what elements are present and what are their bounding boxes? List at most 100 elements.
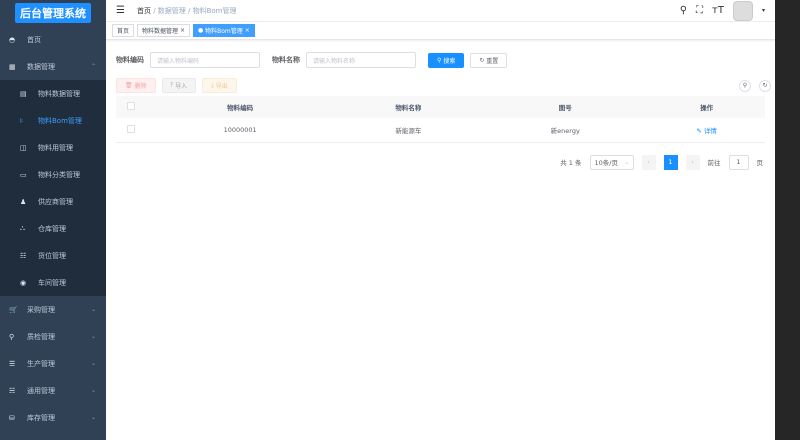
prev-page-button[interactable]: ‹ — [641, 154, 656, 170]
tag-label: 物料Bom管理 — [205, 28, 243, 35]
header-action: 操作 — [648, 96, 765, 118]
bom-table: 物料编码 物料名称 图号 操作 10000001 新能源车 新energy ✎ … — [116, 96, 765, 143]
sidebar-subitem[interactable]: ◫ 物料用管理 — [0, 134, 106, 161]
note-icon: ☵ — [9, 386, 16, 395]
goto-input[interactable]: 1 — [728, 154, 749, 170]
pagination: 共 1 条 10条/页 ⌄ ‹ 1 › 前往 1 页 — [106, 143, 775, 170]
page-button[interactable]: 1 — [663, 154, 678, 170]
logo-text: 后台管理系统 — [15, 3, 91, 23]
submenu: ▤ 物料数据管理 ⊧ 物料Bom管理 ◫ 物料用管理 ▭ 物料分类管理 ♟ 供应商管理 ⛬ 仓库管理 ☷… — [0, 80, 106, 296]
refresh-icon[interactable]: ↻ — [759, 79, 771, 92]
export-button[interactable]: ⤓ 导出 — [202, 78, 237, 93]
name-input[interactable]: 请输入物料名称 — [306, 52, 416, 68]
tag-home[interactable]: 首页 — [112, 24, 135, 37]
sidebar-item[interactable]: ☵ 通用管理 ⌄ — [0, 377, 106, 404]
tree-icon: ⊧ — [20, 116, 24, 125]
import-button[interactable]: ⤒ 导入 — [161, 78, 197, 93]
detail-link[interactable]: ✎ 详情 — [696, 127, 717, 135]
sidebar-subitem[interactable]: ▭ 物料分类管理 — [0, 161, 106, 188]
select-all-checkbox[interactable] — [127, 102, 135, 110]
sidebar-subitem[interactable]: ☷ 货位管理 — [0, 242, 106, 269]
chevron-icon: ⌄ — [90, 414, 96, 421]
name-label: 物料名称 — [272, 56, 300, 64]
code-input[interactable]: 请输入物料编码 — [150, 52, 260, 68]
sidebar-item[interactable]: ▦ 数据管理 ⌃ — [0, 53, 106, 80]
document-icon: ▤ — [20, 89, 27, 98]
sidebar-item-label: 货位管理 — [38, 251, 66, 260]
sidebar-subitem[interactable]: ◉ 车间管理 — [0, 269, 106, 296]
avatar[interactable] — [732, 0, 753, 21]
search-toggle-icon[interactable]: ⚲ — [739, 79, 751, 92]
cell-code: 10000001 — [146, 118, 335, 143]
breadcrumb: 首页 / 数据管理 / 物料Bom管理 — [136, 6, 237, 15]
sidebar-item-label: 物料数据管理 — [38, 89, 80, 98]
sidebar-item-label: 质检管理 — [27, 332, 55, 341]
people-icon: ♟ — [20, 197, 27, 206]
fullscreen-icon[interactable]: ⛶ — [696, 5, 703, 16]
list-icon: ☷ — [20, 251, 27, 260]
sidebar-subitem[interactable]: ♟ 供应商管理 — [0, 188, 106, 215]
chevron-icon: ⌄ — [90, 387, 96, 394]
sidebar-item-label: 首页 — [27, 35, 41, 44]
page-unit: 页 — [756, 159, 764, 167]
sidebar-item[interactable]: 🛒 采购管理 ⌄ — [0, 296, 106, 323]
chevron-icon: ⌄ — [90, 360, 96, 367]
close-icon[interactable]: × — [245, 27, 250, 34]
navbar: ☰ 首页 / 数据管理 / 物料Bom管理 ⚲ ⛶ ᴛT ▾ — [106, 0, 775, 22]
search-button[interactable]: ⚲ 搜索 — [428, 52, 465, 68]
row-checkbox[interactable] — [127, 124, 135, 133]
search-form: 物料编码 请输入物料编码 物料名称 请输入物料名称 ⚲ 搜索 ↻ 重置 — [106, 40, 775, 68]
close-icon[interactable]: × — [180, 27, 185, 34]
dashboard-icon: ◓ — [9, 35, 16, 44]
sidebar-item-label: 生产管理 — [27, 359, 55, 368]
header-drawing: 图号 — [482, 96, 649, 118]
tag-material-data[interactable]: 物料数据管理 × — [137, 24, 190, 37]
chevron-down-icon: ⌄ — [624, 158, 630, 166]
sidebar-item-label: 物料Bom管理 — [38, 116, 82, 125]
code-label: 物料编码 — [116, 56, 144, 64]
tag-material-bom[interactable]: ● 物料Bom管理 × — [192, 24, 255, 37]
sidebar-item-label: 车间管理 — [38, 278, 66, 287]
next-page-button[interactable]: › — [685, 154, 700, 170]
background-strip — [775, 0, 800, 440]
sidebar-item[interactable]: ⛁ 库存管理 ⌄ — [0, 404, 106, 431]
table-icon: ▦ — [9, 62, 16, 71]
sidebar: 后台管理系统 ◓ 首页 ▦ 数据管理 ⌃ ▤ 物料数据管理 ⊧ 物料Bom管理 ◫ 物料用管理 ▭ 物料… — [0, 0, 106, 440]
chevron-down-icon[interactable]: ▾ — [762, 7, 765, 14]
tags-view: 首页 物料数据管理 × ● 物料Bom管理 × — [106, 22, 775, 40]
breadcrumb-current: 物料Bom管理 — [192, 6, 237, 15]
total-count: 共 1 条 — [560, 159, 582, 167]
header-name: 物料名称 — [334, 96, 483, 118]
radio-icon: ◉ — [20, 278, 27, 287]
sidebar-subitem[interactable]: ▤ 物料数据管理 — [0, 80, 106, 107]
font-size-icon[interactable]: ᴛT — [712, 5, 724, 16]
export-label: 导出 — [215, 83, 228, 90]
breadcrumb-home[interactable]: 首页 — [137, 7, 151, 15]
sidebar-item-label: 仓库管理 — [38, 224, 66, 233]
delete-label: 删除 — [134, 83, 147, 90]
sidebar-item[interactable]: ◓ 首页 — [0, 26, 106, 53]
main: ☰ 首页 / 数据管理 / 物料Bom管理 ⚲ ⛶ ᴛT ▾ 首页 物料数据管理… — [106, 0, 775, 440]
detail-label: 详情 — [703, 126, 717, 135]
delete-button[interactable]: 🗑 删除 — [116, 78, 156, 93]
table-row: 10000001 新能源车 新energy ✎ 详情 — [116, 118, 765, 143]
warehouse-icon: ⛬ — [20, 224, 25, 232]
book-icon: ◫ — [20, 143, 27, 152]
hamburger-icon[interactable]: ☰ — [116, 5, 125, 16]
sidebar-item[interactable]: ☰ 生产管理 ⌄ — [0, 350, 106, 377]
sidebar-item-label: 物料用管理 — [38, 143, 73, 152]
reset-button[interactable]: ↻ 重置 — [470, 52, 508, 68]
page-size-select[interactable]: 10条/页 ⌄ — [589, 154, 634, 170]
sliders-icon: ☰ — [9, 359, 16, 368]
chevron-icon: ⌃ — [90, 63, 96, 70]
header-code: 物料编码 — [146, 96, 335, 118]
sidebar-item[interactable]: ⚲ 质检管理 ⌄ — [0, 323, 106, 350]
cart-icon: 🛒 — [9, 305, 18, 314]
goto-label: 前往 — [707, 159, 721, 167]
cell-drawing: 新energy — [482, 118, 649, 143]
database-icon: ⛁ — [9, 413, 15, 422]
search-icon[interactable]: ⚲ — [680, 5, 687, 16]
sidebar-subitem[interactable]: ⛬ 仓库管理 — [0, 215, 106, 242]
search-icon: ⚲ — [9, 332, 15, 341]
sidebar-subitem[interactable]: ⊧ 物料Bom管理 — [0, 107, 106, 134]
